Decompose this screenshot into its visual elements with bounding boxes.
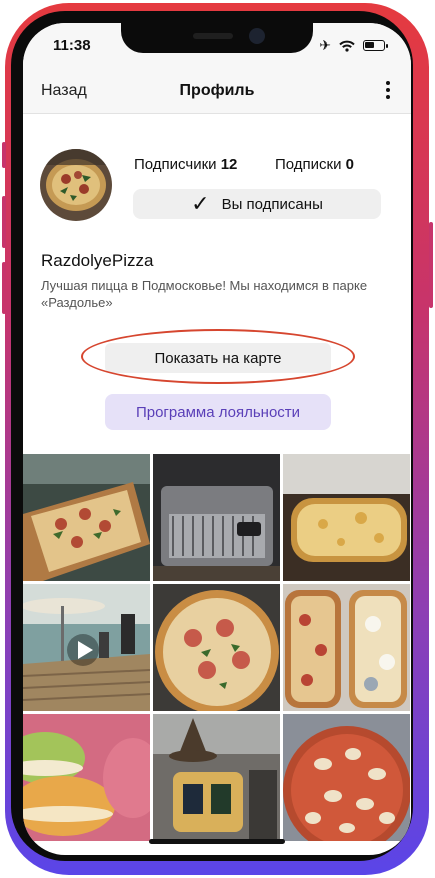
battery-icon xyxy=(363,40,388,51)
avatar[interactable] xyxy=(40,149,112,221)
status-icons: ✈ xyxy=(319,37,388,54)
photo-tile-macarons[interactable] xyxy=(23,714,150,841)
phone-screen: 11:38 ✈ Назад Профиль Подписчики 12 Подп… xyxy=(23,23,411,855)
photo-tile-cheese-pizza[interactable] xyxy=(283,454,410,581)
followers-count: 12 xyxy=(220,156,238,173)
more-options-icon[interactable] xyxy=(385,79,391,101)
photo-tile-pizza[interactable] xyxy=(23,454,150,581)
photo-grid xyxy=(23,454,411,855)
followers-stat[interactable]: Подписчики 12 xyxy=(134,156,237,173)
subscribed-button[interactable]: ✓ Вы подписаны xyxy=(133,189,381,219)
photo-tile-pizza-slices[interactable] xyxy=(283,584,410,711)
following-label: Подписки xyxy=(275,156,342,173)
volume-down-button xyxy=(2,262,6,314)
photo-tile-salami-pizza[interactable] xyxy=(153,584,280,711)
photo-tile-coffee-machine[interactable] xyxy=(153,454,280,581)
followers-label: Подписчики xyxy=(134,156,217,173)
profile-description: Лучшая пицца в Подмосковье! Мы находимся… xyxy=(41,278,368,310)
speaker-grille xyxy=(193,33,233,39)
mute-switch xyxy=(2,142,6,168)
volume-up-button xyxy=(2,196,6,248)
airplane-icon: ✈ xyxy=(319,37,331,53)
following-count: 0 xyxy=(345,156,355,173)
following-stat[interactable]: Подписки 0 xyxy=(275,156,354,173)
front-camera xyxy=(249,28,265,44)
photo-tile-video[interactable] xyxy=(23,584,150,711)
show-on-map-button[interactable]: Показать на карте xyxy=(105,343,331,373)
loyalty-program-button[interactable]: Программа лояльности xyxy=(105,394,331,430)
photo-tile-mushroom-pizza[interactable] xyxy=(283,714,410,841)
home-indicator xyxy=(149,839,285,844)
navigation-bar: Назад Профиль xyxy=(23,69,411,114)
page-title: Профиль xyxy=(179,82,255,99)
status-time: 11:38 xyxy=(53,37,91,54)
photo-tile-cafe-decor[interactable] xyxy=(153,714,280,841)
power-button xyxy=(429,222,433,308)
wifi-icon xyxy=(339,40,355,52)
subscribed-label: Вы подписаны xyxy=(221,195,323,213)
checkmark-icon: ✓ xyxy=(191,191,210,216)
notch xyxy=(121,23,313,53)
profile-name: RazdolyePizza xyxy=(41,251,154,270)
